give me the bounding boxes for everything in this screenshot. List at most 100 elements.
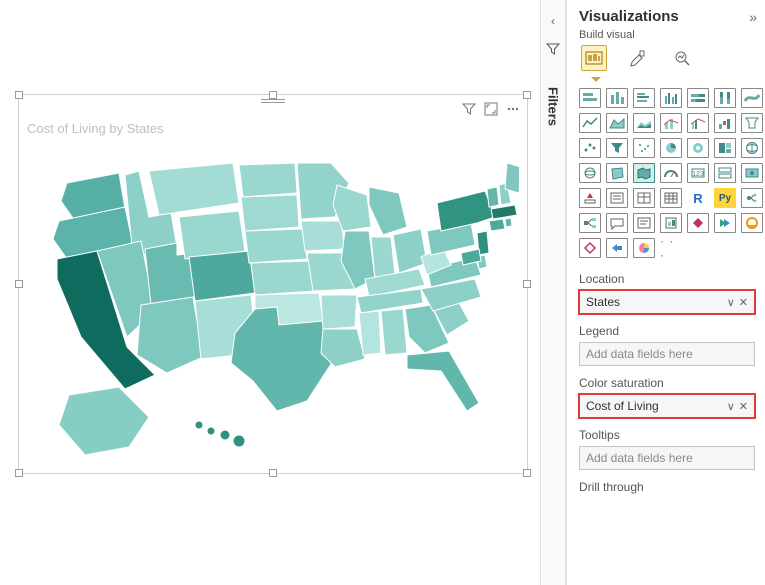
report-canvas[interactable]: Cost of Living by States [0,0,540,585]
state-massachusetts[interactable] [491,205,517,219]
viz-custom-diamond[interactable] [579,238,601,258]
resize-handle[interactable] [15,91,23,99]
viz-custom-arrows[interactable] [606,238,628,258]
viz-stacked-bar[interactable] [579,88,601,108]
state-kansas[interactable] [251,261,315,295]
viz-line[interactable] [579,113,601,133]
state-indiana[interactable] [371,237,395,279]
resize-handle[interactable] [523,469,531,477]
format-visual-tab[interactable] [625,45,651,71]
viz-pie[interactable] [660,138,682,158]
resize-handle[interactable] [523,280,531,288]
analytics-tab[interactable] [669,45,695,71]
viz-slicer[interactable] [606,188,628,208]
state-ohio[interactable] [393,229,427,273]
resize-handle[interactable] [523,91,531,99]
filters-pane-collapsed[interactable]: ‹ Filters [540,0,566,585]
viz-globe[interactable] [579,163,601,183]
remove-field-icon[interactable]: ✕ [739,296,748,309]
state-michigan[interactable] [369,187,407,235]
viz-line-clustered-column[interactable] [687,113,709,133]
viz-arcgis[interactable] [741,213,763,233]
viz-line-stacked-column[interactable] [660,113,682,133]
viz-table[interactable] [633,188,655,208]
expand-filters-icon[interactable]: ‹ [551,14,555,28]
chevron-down-icon[interactable]: ∨ [727,296,735,309]
viz-matrix[interactable] [660,188,682,208]
viz-gauge[interactable] [660,163,682,183]
viz-filled-map[interactable] [633,163,655,183]
viz-custom-pie2[interactable] [633,238,655,258]
state-florida[interactable] [407,351,479,411]
viz-100-stacked-column[interactable] [714,88,736,108]
viz-clustered-bar[interactable] [633,88,655,108]
viz-multi-row-card[interactable] [714,163,736,183]
viz-azure-map[interactable] [741,163,763,183]
state-rhode-island[interactable] [505,218,512,227]
focus-mode-icon[interactable] [483,101,499,117]
drag-handle-icon[interactable] [261,99,285,103]
viz-card[interactable]: 123 [687,163,709,183]
build-visual-tab[interactable] [581,45,607,71]
location-well[interactable]: States ∨✕ [579,290,755,314]
state-vermont[interactable] [487,187,499,207]
viz-qna[interactable] [606,213,628,233]
tooltips-well[interactable]: Add data fields here [579,446,755,470]
viz-kpi[interactable] [579,188,601,208]
state-hawaii[interactable] [195,421,245,447]
state-connecticut[interactable] [489,219,505,231]
more-options-icon[interactable] [505,101,521,117]
viz-python-visual[interactable]: Py [714,188,736,208]
viz-shape-map[interactable] [606,163,628,183]
state-mississippi[interactable] [359,311,381,355]
state-wyoming[interactable] [179,211,245,259]
state-iowa[interactable] [301,221,345,251]
viz-decomposition-tree[interactable] [579,213,601,233]
viz-waterfall[interactable] [714,113,736,133]
filled-map-chart[interactable] [29,145,519,465]
viz-tree-rect[interactable] [714,138,736,158]
viz-map[interactable] [741,138,763,158]
state-colorado[interactable] [189,251,255,301]
state-north-dakota[interactable] [239,163,297,197]
state-nebraska[interactable] [245,229,307,263]
viz-scatter[interactable] [579,138,601,158]
legend-well[interactable]: Add data fields here [579,342,755,366]
viz-treemap[interactable] [606,138,628,158]
state-arkansas[interactable] [321,295,357,329]
viz-donut[interactable] [687,138,709,158]
viz-smart-narrative[interactable] [633,213,655,233]
state-alaska[interactable] [59,387,149,455]
viz-power-automate[interactable] [714,213,736,233]
viz-scatter-dots[interactable] [633,138,655,158]
resize-handle[interactable] [269,91,277,99]
viz-stacked-column[interactable] [606,88,628,108]
state-arizona[interactable] [137,297,203,373]
viz-paginated[interactable] [660,213,682,233]
state-alabama[interactable] [381,309,407,355]
viz-ribbon[interactable] [741,88,763,108]
collapse-pane-icon[interactable]: » [749,9,755,25]
map-visual-container[interactable]: Cost of Living by States [18,94,528,474]
chevron-down-icon[interactable]: ∨ [727,400,735,413]
resize-handle[interactable] [15,280,23,288]
viz-key-influencers[interactable] [741,188,763,208]
state-new-york[interactable] [437,191,495,231]
viz-stacked-area[interactable] [633,113,655,133]
viz-clustered-column[interactable] [660,88,682,108]
visualization-type-picker: 123 R Py · · · [579,88,755,258]
resize-handle[interactable] [269,469,277,477]
resize-handle[interactable] [15,469,23,477]
filter-icon[interactable] [461,101,477,117]
viz-more-options[interactable]: · · · [660,238,682,258]
viz-power-apps[interactable] [687,213,709,233]
viz-area[interactable] [606,113,628,133]
state-south-dakota[interactable] [241,195,299,231]
viz-r-visual[interactable]: R [687,188,709,208]
viz-100-stacked-bar[interactable] [687,88,709,108]
color-saturation-well[interactable]: Cost of Living ∨✕ [579,394,755,418]
viz-funnel[interactable] [741,113,763,133]
state-maine[interactable] [505,163,519,193]
remove-field-icon[interactable]: ✕ [739,400,748,413]
state-montana[interactable] [149,163,239,215]
